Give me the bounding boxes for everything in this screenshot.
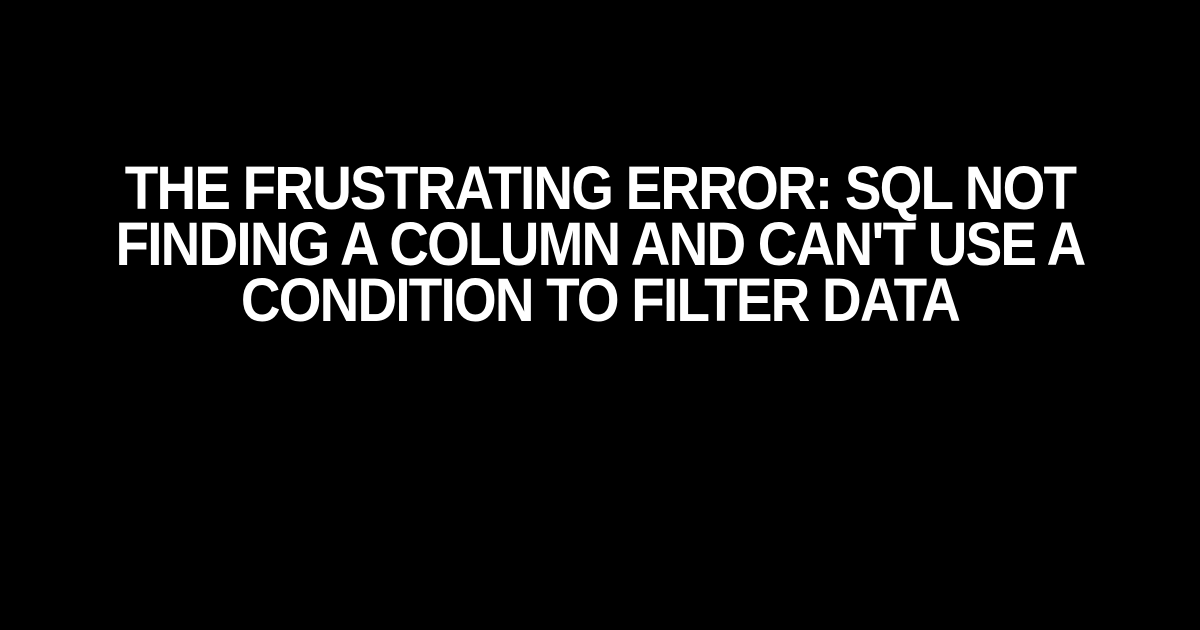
headline-text: The Frustrating Error: SQL Not Finding a… bbox=[87, 160, 1113, 328]
